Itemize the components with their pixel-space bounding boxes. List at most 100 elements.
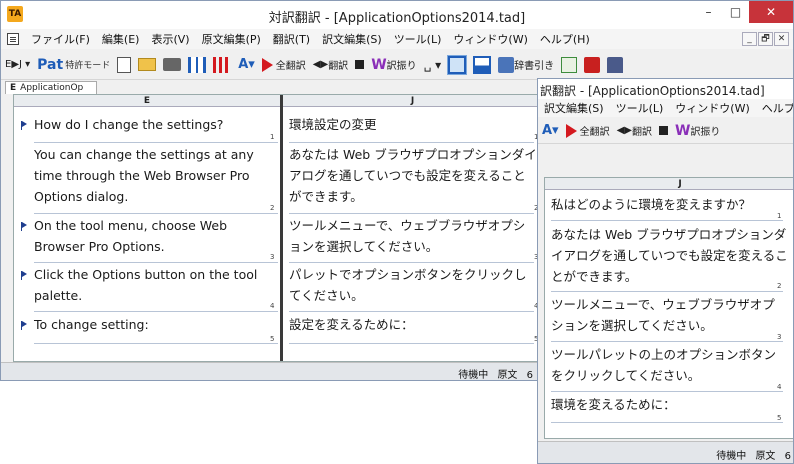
document-icon[interactable]: [7, 33, 19, 45]
second-target-cell[interactable]: ツールメニューで、ウェブブラウザオプションを選択してください。: [551, 294, 787, 336]
second-target-cell[interactable]: ツールパレットの上のオプションボタンをクリックしてください。: [551, 344, 787, 386]
second-menu-window[interactable]: ウィンドウ(W): [669, 100, 755, 116]
print-button[interactable]: [163, 58, 182, 71]
columns-red-button[interactable]: [213, 56, 232, 73]
column-header-j[interactable]: J: [283, 95, 540, 107]
row-separator: [551, 220, 783, 221]
mdi-minimize-button[interactable]: _: [742, 32, 757, 46]
status-mode: 原文: [497, 370, 518, 381]
font-icon: A▾: [238, 57, 255, 72]
columns-button[interactable]: [188, 56, 207, 73]
target-cell[interactable]: あなたは Web ブラウザプロオプションダイアログを通していつでも設定を変えるこ…: [289, 144, 537, 207]
target-cell[interactable]: ツールメニューで、ウェブブラウザオプションを選択してください。: [289, 215, 529, 257]
house-button[interactable]: [607, 56, 624, 73]
source-cell[interactable]: To change setting:: [34, 314, 278, 335]
flag-icon: [561, 56, 578, 73]
minimize-button[interactable]: –: [695, 1, 722, 23]
second-menu-tools[interactable]: ツール(L): [610, 100, 670, 116]
flag-button[interactable]: [561, 56, 578, 73]
second-column-header-j[interactable]: J: [545, 178, 793, 190]
row-number: 1: [777, 212, 782, 220]
second-status-page: 6: [784, 451, 791, 462]
play-icon: [261, 57, 273, 72]
row-separator: [289, 343, 534, 344]
row-separator: [34, 142, 278, 143]
second-status-mode: 原文: [755, 451, 776, 462]
title-bar[interactable]: TA 対訳翻訳 - [ApplicationOptions2014.tad] –…: [1, 1, 793, 29]
maximize-button[interactable]: □: [722, 1, 749, 23]
menu-source-edit[interactable]: 原文編集(P): [196, 31, 267, 47]
patent-mode-button[interactable]: Pat 特許モード: [37, 57, 110, 73]
menu-help[interactable]: ヘルプ(H): [534, 31, 596, 47]
menu-bar: ファイル(F) 編集(E) 表示(V) 原文編集(P) 翻訳(T) 訳文編集(S…: [1, 29, 793, 49]
w-icon: W: [674, 122, 691, 139]
target-cell[interactable]: 設定を変えるために：: [289, 314, 529, 335]
sentence-marker-icon: [21, 222, 27, 231]
second-target-cell[interactable]: あなたは Web ブラウザプロオプションダイアログを通していつでも設定を変えるこ…: [551, 224, 793, 287]
sentence-marker-icon: [21, 271, 27, 280]
column-divider[interactable]: [280, 95, 283, 361]
second-target-cell[interactable]: 私はどのように環境を変えますか？: [551, 194, 783, 215]
printer-icon: [163, 58, 182, 71]
dictionary-button[interactable]: 辞書引き: [498, 56, 554, 73]
mdi-close-button[interactable]: ✕: [774, 32, 789, 46]
house-icon: [607, 56, 624, 73]
source-cell[interactable]: On the tool menu, choose Web Browser Pro…: [34, 215, 278, 257]
second-title-bar[interactable]: 訳翻訳 - [ApplicationOptions2014.tad]: [538, 79, 793, 99]
second-toolbar: A▾ 全翻訳 ◀▶ 翻訳 W 訳振り: [538, 118, 793, 144]
close-button[interactable]: ✕: [749, 1, 793, 23]
sentence-marker-icon: [21, 321, 27, 330]
toolbar: E▶J ▾ Pat 特許モード A▾ 全翻訳 ◀▶ 翻訳 W 訳振り ␣ ▾ 辞…: [1, 50, 793, 80]
target-cell[interactable]: パレットでオプションボタンをクリックしてください。: [289, 264, 529, 306]
second-yakufuri-button[interactable]: W 訳振り: [675, 123, 720, 139]
second-translate-label: 翻訳: [631, 127, 652, 138]
row-number: 2: [270, 204, 275, 212]
font-icon: A▾: [542, 123, 559, 138]
second-yakufuri-label: 訳振り: [690, 127, 721, 138]
columns-icon: [188, 56, 207, 73]
redbook-button[interactable]: [584, 56, 601, 73]
direction-button[interactable]: E▶J ▾: [5, 59, 30, 70]
yakufuri-button[interactable]: W 訳振り: [371, 57, 416, 73]
full-translate-button[interactable]: 全翻訳: [261, 57, 306, 72]
row-number: 4: [270, 302, 275, 310]
column-header-e[interactable]: E: [14, 95, 280, 107]
row-separator: [34, 311, 278, 312]
menu-target-edit[interactable]: 訳文編集(S): [316, 31, 388, 47]
menu-window[interactable]: ウィンドウ(W): [447, 31, 533, 47]
row-number: 1: [270, 133, 275, 141]
columns-red-icon: [213, 56, 232, 73]
font-button[interactable]: A▾: [238, 57, 255, 72]
yakufuri-label: 訳振り: [386, 61, 417, 72]
second-menu-target-edit[interactable]: 訳文編集(S): [538, 100, 610, 116]
tab-document[interactable]: E ApplicationOp: [5, 81, 97, 94]
menu-edit[interactable]: 編集(E): [96, 31, 146, 47]
stop-button[interactable]: [355, 60, 365, 69]
underline-button[interactable]: ␣ ▾: [424, 58, 441, 72]
second-menu-help[interactable]: ヘルプ(H): [756, 100, 793, 116]
row-separator: [34, 343, 278, 344]
target-cell[interactable]: 環境設定の変更: [289, 114, 529, 135]
second-stop-button[interactable]: [658, 126, 668, 135]
menu-file[interactable]: ファイル(F): [25, 31, 96, 47]
new-button[interactable]: [117, 56, 132, 73]
menu-tools[interactable]: ツール(L): [388, 31, 448, 47]
top-bottom-button[interactable]: [473, 55, 492, 74]
translate-button[interactable]: ◀▶ 翻訳: [313, 57, 348, 72]
second-translate-button[interactable]: ◀▶ 翻訳: [617, 123, 652, 138]
source-cell[interactable]: Click the Options button on the tool pal…: [34, 264, 278, 306]
second-status-bar: 待機中 原文 6: [538, 441, 793, 463]
menu-translate[interactable]: 翻訳(T): [267, 31, 316, 47]
direction-label: E▶J ▾: [5, 59, 31, 70]
mdi-restore-button[interactable]: 🗗: [758, 32, 773, 46]
open-button[interactable]: [138, 58, 157, 71]
second-font-button[interactable]: A▾: [542, 123, 559, 138]
translate-label: 翻訳: [328, 61, 349, 72]
side-by-side-button[interactable]: [447, 54, 468, 75]
second-full-translate-button[interactable]: 全翻訳: [565, 123, 610, 138]
menu-view[interactable]: 表示(V): [145, 31, 195, 47]
source-cell[interactable]: How do I change the settings?: [34, 114, 274, 135]
source-cell[interactable]: You can change the settings at any time …: [34, 144, 278, 207]
second-target-cell[interactable]: 環境を変えるために：: [551, 394, 787, 415]
tab-column-letter: E: [10, 83, 17, 93]
